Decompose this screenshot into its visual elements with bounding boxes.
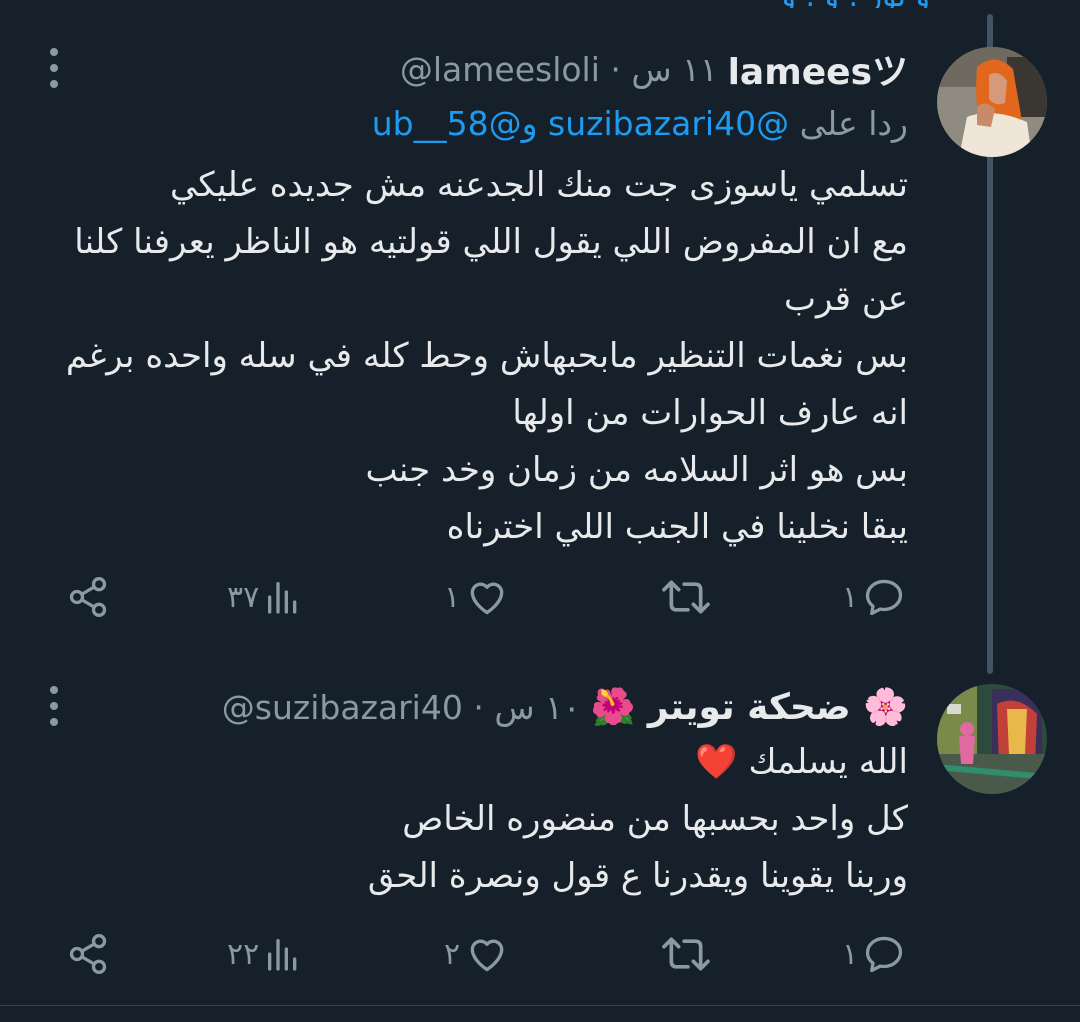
tweet-header: lameesツ @lameesloli · ١١ س — [400, 43, 908, 95]
share-button[interactable] — [66, 567, 110, 627]
tweet-text: الله يسلمك ❤️ كل واحد بحسبها من منضوره ا… — [367, 742, 908, 896]
retweet-button[interactable] — [660, 924, 712, 984]
reply-count: ١ — [842, 579, 859, 615]
reply-button[interactable]: ١ — [842, 567, 906, 627]
views-button[interactable]: ٢٢ — [227, 924, 303, 984]
replying-to-mentions[interactable]: @suzibazari40 و@ub__58 — [372, 104, 789, 143]
avatar-woman-orange-hijab-icon — [937, 47, 1047, 157]
tweet-header: 🌸 ضحكة تويتر 🌺 @suzibazari40 · ١٠ س — [222, 684, 908, 730]
share-icon — [69, 577, 107, 617]
reply-icon — [865, 579, 903, 616]
reply-count: ١ — [842, 936, 859, 972]
views-chart-icon — [268, 939, 297, 971]
avatar-colorful-street-icon — [937, 684, 1047, 794]
more-options-icon[interactable] — [48, 686, 60, 726]
tweet-1[interactable]: lameesツ @lameesloli · ١١ س ردا على @suzi… — [0, 0, 1080, 660]
avatar[interactable] — [937, 47, 1047, 157]
like-button[interactable]: ١ — [444, 567, 510, 627]
replying-to-label: ردا على — [799, 104, 908, 143]
retweet-icon — [662, 937, 710, 971]
like-count: ١ — [444, 579, 461, 615]
replying-to: ردا على @suzibazari40 و@ub__58 — [372, 104, 908, 143]
tweet-actions: ١ ٢ ٢٢ — [0, 924, 1080, 984]
share-button[interactable] — [66, 924, 110, 984]
reply-icon — [865, 936, 903, 973]
reply-button[interactable]: ١ — [842, 924, 906, 984]
heart-icon — [470, 582, 504, 615]
views-count: ٣٧ — [227, 579, 260, 615]
like-button[interactable]: ٢ — [444, 924, 510, 984]
share-icon — [69, 934, 107, 974]
handle-and-time[interactable]: @suzibazari40 · ١٠ س — [222, 688, 581, 727]
display-name[interactable]: 🌸 ضحكة تويتر 🌺 — [591, 686, 908, 728]
avatar[interactable] — [937, 684, 1047, 794]
views-count: ٢٢ — [227, 936, 260, 972]
retweet-icon — [662, 580, 710, 614]
retweet-button[interactable] — [660, 567, 712, 627]
tweet-2[interactable]: 🌸 ضحكة تويتر 🌺 @suzibazari40 · ١٠ س الله… — [0, 660, 1080, 1005]
more-options-icon[interactable] — [48, 48, 60, 88]
tweet-text: تسلمي ياسوزى جت منك الجدعنه مش جديده علي… — [65, 165, 908, 547]
like-count: ٢ — [444, 936, 461, 972]
tweet-divider — [0, 1005, 1080, 1006]
display-name[interactable]: lameesツ — [728, 43, 908, 95]
handle-and-time[interactable]: @lameesloli · ١١ س — [400, 50, 718, 89]
tweet-actions: ١ ١ ٣٧ — [0, 567, 1080, 627]
views-chart-icon — [268, 582, 297, 614]
views-button[interactable]: ٣٧ — [227, 567, 303, 627]
heart-icon — [470, 939, 504, 972]
